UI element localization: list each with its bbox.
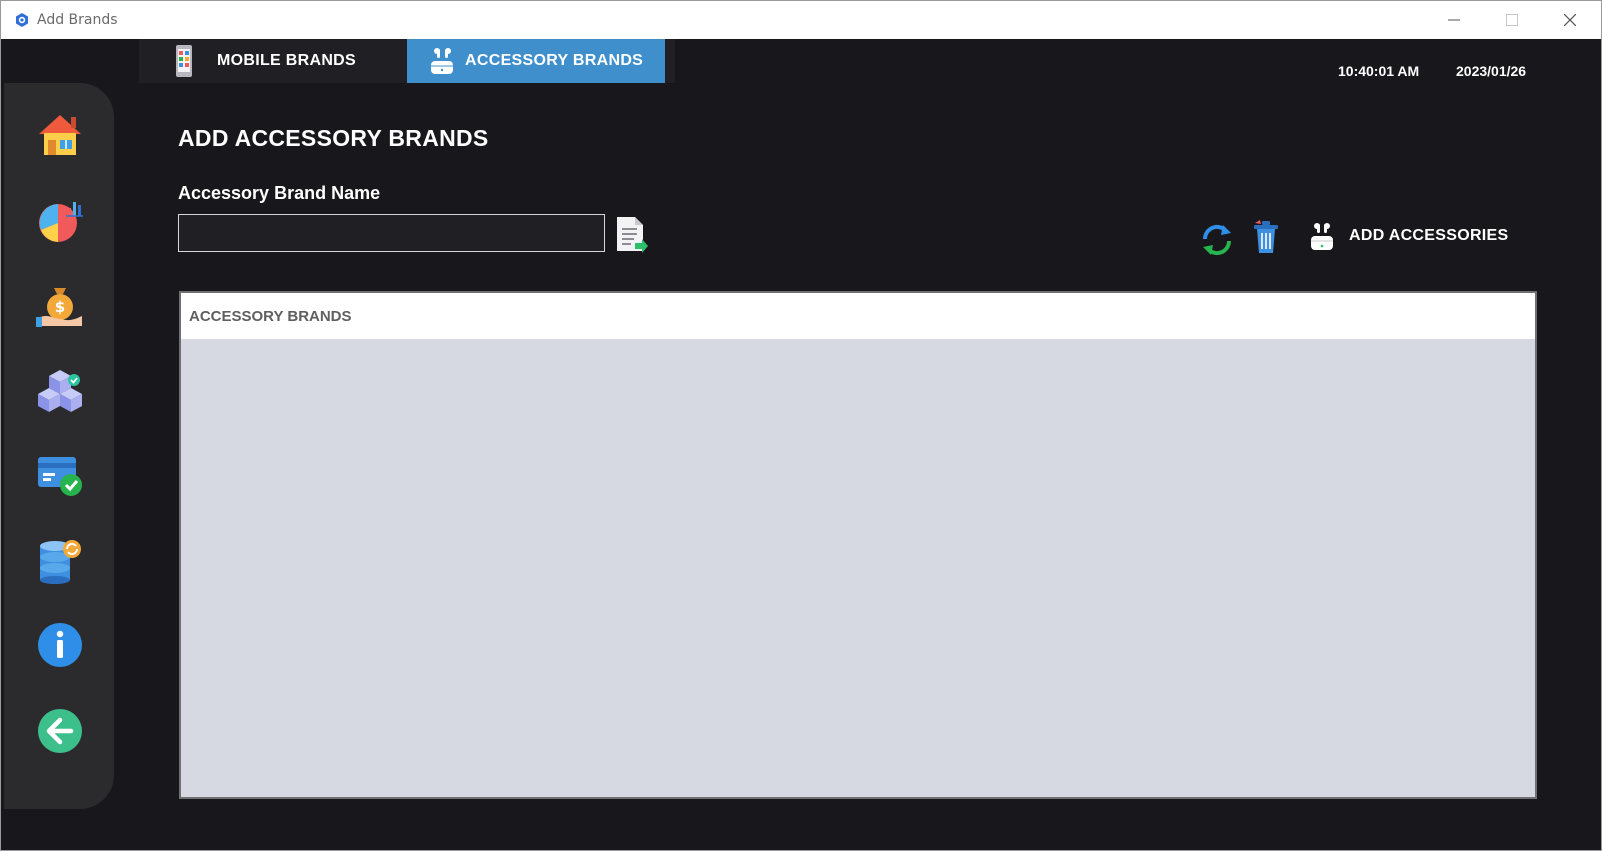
sidebar-item-sales[interactable]: $ [36, 280, 84, 328]
app-logo-icon [16, 13, 28, 27]
money-bag-icon: $ [36, 288, 82, 327]
refresh-icon [1202, 224, 1232, 256]
tab-bar: MOBILE BRANDS ACCESSORY BRANDS [139, 39, 675, 83]
close-button[interactable] [1541, 1, 1599, 39]
tab-mobile-brands[interactable]: MOBILE BRANDS [139, 39, 407, 83]
clock-date: 2023/01/26 [1456, 63, 1527, 79]
earbuds-icon [1311, 223, 1333, 250]
page-title: ADD ACCESSORY BRANDS [178, 125, 489, 151]
phone-icon [176, 45, 192, 77]
svg-text:$: $ [55, 298, 65, 316]
column-header-accessory-brands[interactable]: ACCESSORY BRANDS [189, 308, 352, 325]
clock-time: 10:40:01 AM [1338, 63, 1420, 79]
minimize-icon [1448, 19, 1460, 21]
home-icon [39, 115, 81, 155]
brand-name-input[interactable] [178, 214, 605, 252]
sidebar-item-reports[interactable] [36, 196, 84, 244]
app-window: Add Brands $ MOBILE BRANDS ACCESSORY BRA… [0, 0, 1602, 851]
boxes-icon [38, 370, 82, 412]
delete-button[interactable] [1251, 220, 1281, 254]
earbuds-icon [431, 48, 453, 74]
maximize-icon [1506, 14, 1518, 26]
table-header: ACCESSORY BRANDS [181, 293, 1535, 339]
export-button[interactable] [615, 215, 649, 255]
window-title: Add Brands [37, 12, 118, 28]
tab-accessory-brands-label: ACCESSORY BRANDS [465, 52, 644, 69]
sidebar-item-payments[interactable] [36, 451, 84, 499]
minimize-button[interactable] [1425, 1, 1483, 39]
add-accessories-label: ADD ACCESSORIES [1349, 227, 1509, 244]
sidebar-item-inventory[interactable] [36, 366, 84, 414]
refresh-button[interactable] [1199, 223, 1235, 257]
tab-mobile-brands-label: MOBILE BRANDS [217, 52, 357, 69]
sidebar-item-back[interactable] [36, 707, 84, 755]
sidebar: $ [4, 83, 114, 809]
back-arrow-icon [38, 709, 82, 753]
add-accessories-button[interactable]: ADD ACCESSORIES [1309, 219, 1508, 253]
sidebar-item-home[interactable] [36, 111, 84, 159]
brand-name-label: Accessory Brand Name [178, 183, 381, 203]
sidebar-item-about[interactable] [36, 621, 84, 669]
document-export-icon [617, 217, 648, 253]
trash-icon [1254, 220, 1278, 253]
tab-accessory-brands[interactable]: ACCESSORY BRANDS [407, 39, 665, 83]
info-icon [38, 623, 82, 667]
close-icon [1564, 14, 1576, 26]
sidebar-item-database[interactable] [36, 536, 84, 584]
database-sync-icon [40, 540, 81, 584]
brands-table: ACCESSORY BRANDS [179, 291, 1537, 799]
pie-chart-icon [39, 202, 83, 242]
card-check-icon [38, 457, 82, 496]
maximize-button[interactable] [1483, 1, 1541, 39]
title-bar: Add Brands [1, 1, 1601, 39]
